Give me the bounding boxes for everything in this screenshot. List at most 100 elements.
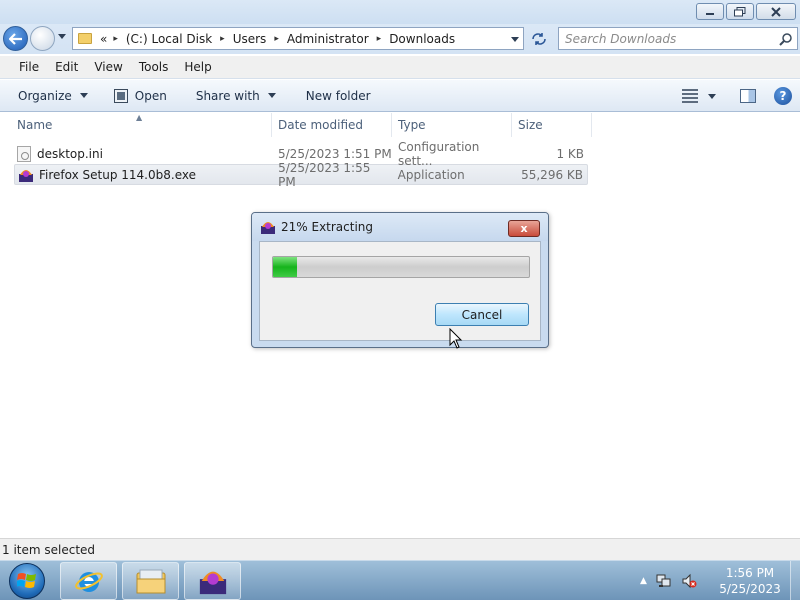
address-row: « ▸ (C:) Local Disk ▸ Users ▸ Administra… bbox=[0, 24, 800, 54]
internet-explorer-icon bbox=[74, 572, 103, 592]
breadcrumb-separator[interactable]: ▸ bbox=[377, 34, 382, 44]
open-label: Open bbox=[134, 88, 167, 103]
restore-button[interactable] bbox=[726, 3, 754, 20]
close-button[interactable] bbox=[756, 3, 796, 20]
share-with-button[interactable]: Share with bbox=[187, 84, 285, 108]
dialog-close-button[interactable]: x bbox=[508, 220, 540, 237]
system-tray: ▲ bbox=[640, 561, 697, 600]
taskbar-clock[interactable]: 1:56 PM 5/25/2023 bbox=[712, 565, 788, 597]
minimize-icon bbox=[706, 12, 714, 15]
breadcrumb-separator[interactable]: ▸ bbox=[220, 34, 225, 44]
address-history-dropdown[interactable] bbox=[511, 37, 519, 42]
breadcrumb-separator[interactable]: ▸ bbox=[274, 34, 279, 44]
column-header-date[interactable]: Date modified bbox=[272, 113, 392, 137]
file-type: Application bbox=[397, 167, 465, 182]
clock-date: 5/25/2023 bbox=[719, 582, 781, 596]
minimize-button[interactable] bbox=[696, 3, 724, 20]
folder-icon bbox=[136, 569, 165, 594]
file-name: Firefox Setup 114.0b8.exe bbox=[39, 167, 196, 182]
file-date: 5/25/2023 1:55 PM bbox=[278, 160, 371, 189]
folder-icon bbox=[78, 33, 92, 44]
breadcrumb-downloads[interactable]: Downloads bbox=[389, 32, 455, 46]
column-header-size[interactable]: Size bbox=[512, 113, 592, 137]
column-headers: ▲ Name Date modified Type Size bbox=[0, 113, 592, 137]
chevron-down-icon bbox=[79, 93, 88, 98]
help-icon[interactable]: ? bbox=[774, 87, 792, 105]
column-size-label: Size bbox=[518, 118, 543, 132]
menu-file[interactable]: File bbox=[11, 60, 47, 74]
chevron-down-icon bbox=[267, 93, 276, 98]
installer-icon bbox=[261, 222, 275, 234]
network-icon[interactable] bbox=[656, 573, 672, 589]
file-size: 1 KB bbox=[556, 146, 584, 161]
back-button[interactable] bbox=[3, 26, 28, 51]
status-bar: 1 item selected bbox=[0, 538, 800, 560]
address-bar[interactable]: « ▸ (C:) Local Disk ▸ Users ▸ Administra… bbox=[72, 27, 524, 50]
breadcrumb-overflow[interactable]: « bbox=[100, 32, 107, 46]
preview-pane-icon[interactable] bbox=[740, 89, 756, 103]
column-date-label: Date modified bbox=[278, 118, 364, 132]
view-tools: ? bbox=[682, 84, 792, 108]
cancel-button[interactable]: Cancel bbox=[435, 303, 529, 326]
menu-tools[interactable]: Tools bbox=[131, 60, 177, 74]
title-bar bbox=[0, 0, 800, 24]
taskbar-windows-explorer[interactable] bbox=[122, 562, 179, 600]
show-hidden-icons-icon[interactable]: ▲ bbox=[640, 576, 647, 586]
search-icon[interactable] bbox=[777, 30, 795, 48]
clock-time: 1:56 PM bbox=[725, 566, 775, 580]
file-name-cell: desktop.ini bbox=[14, 145, 272, 162]
status-text: 1 item selected bbox=[2, 542, 96, 557]
windows-logo-icon bbox=[9, 563, 45, 599]
change-view-icon[interactable] bbox=[682, 89, 698, 103]
column-header-name[interactable]: ▲ Name bbox=[0, 113, 272, 137]
new-folder-button[interactable]: New folder bbox=[297, 84, 380, 108]
search-input[interactable] bbox=[559, 28, 777, 49]
show-desktop-button[interactable] bbox=[790, 561, 800, 600]
view-options-dropdown[interactable] bbox=[708, 84, 716, 108]
recent-pages-dropdown[interactable] bbox=[58, 34, 66, 39]
breadcrumb: « ▸ (C:) Local Disk ▸ Users ▸ Administra… bbox=[100, 32, 455, 46]
progress-fill bbox=[273, 257, 298, 277]
taskbar-internet-explorer[interactable] bbox=[60, 562, 117, 600]
breadcrumb-separator[interactable]: ▸ bbox=[113, 34, 118, 44]
mouse-cursor-icon bbox=[449, 328, 463, 349]
restore-icon bbox=[734, 6, 746, 16]
organize-label: Organize bbox=[18, 88, 72, 103]
file-name-cell: Firefox Setup 114.0b8.exe bbox=[15, 167, 272, 183]
forward-button[interactable] bbox=[30, 26, 55, 51]
back-arrow-icon bbox=[8, 32, 22, 45]
installer-icon bbox=[199, 571, 226, 595]
share-with-label: Share with bbox=[195, 88, 260, 103]
menu-help[interactable]: Help bbox=[176, 60, 219, 74]
breadcrumb-users[interactable]: Users bbox=[233, 32, 267, 46]
start-button[interactable] bbox=[2, 562, 52, 600]
volume-muted-icon[interactable] bbox=[681, 573, 697, 589]
search-box bbox=[558, 27, 798, 50]
command-bar: Organize Open Share with New folder ? bbox=[0, 80, 800, 112]
column-name-label: Name bbox=[17, 118, 53, 132]
sort-ascending-icon: ▲ bbox=[136, 113, 143, 122]
menu-edit[interactable]: Edit bbox=[47, 60, 86, 74]
column-header-type[interactable]: Type bbox=[392, 113, 512, 137]
close-icon: x bbox=[520, 222, 528, 235]
menu-bar: File Edit View Tools Help bbox=[0, 56, 800, 79]
breadcrumb-local-disk[interactable]: (C:) Local Disk bbox=[126, 32, 212, 46]
organize-button[interactable]: Organize bbox=[9, 84, 97, 108]
open-button[interactable]: Open bbox=[105, 84, 176, 108]
chevron-down-icon bbox=[708, 93, 716, 99]
open-icon bbox=[113, 88, 128, 103]
taskbar-firefox-installer[interactable] bbox=[184, 562, 241, 600]
extract-progress-bar bbox=[272, 256, 530, 278]
breadcrumb-administrator[interactable]: Administrator bbox=[287, 32, 369, 46]
dialog-title-bar: 21% Extracting x bbox=[252, 213, 548, 241]
dialog-body: Cancel bbox=[259, 241, 541, 341]
close-icon bbox=[771, 6, 781, 17]
window-controls bbox=[696, 3, 796, 20]
refresh-button[interactable] bbox=[527, 27, 551, 50]
dialog-title: 21% Extracting bbox=[281, 220, 374, 234]
menu-view[interactable]: View bbox=[86, 60, 130, 74]
file-type: Configuration sett... bbox=[398, 139, 480, 168]
installer-icon bbox=[19, 169, 33, 182]
file-row-selected[interactable]: Firefox Setup 114.0b8.exe 5/25/2023 1:55… bbox=[14, 161, 588, 189]
new-folder-label: New folder bbox=[305, 88, 371, 103]
